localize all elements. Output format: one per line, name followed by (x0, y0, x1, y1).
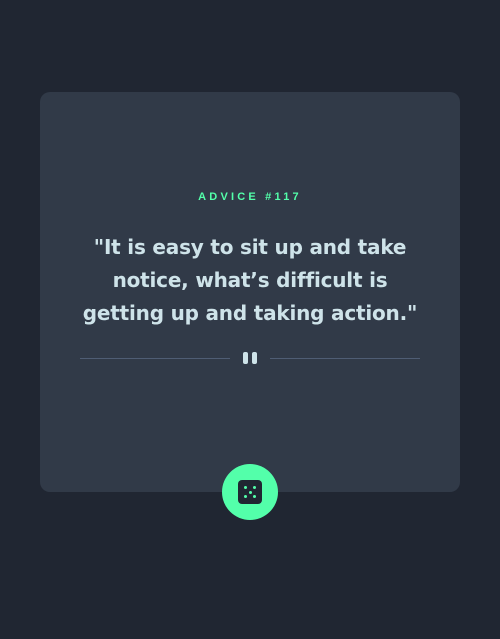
new-advice-button[interactable] (222, 464, 278, 520)
divider-line-right (270, 358, 420, 359)
divider-line-left (80, 358, 230, 359)
advice-id-label: ADVICE #117 (198, 191, 302, 203)
pattern-divider (80, 350, 420, 368)
advice-quote: "It is easy to sit up and take notice, w… (82, 235, 418, 325)
dice-icon (238, 480, 262, 504)
page: ADVICE #117 "It is easy to sit up and ta… (0, 0, 500, 639)
advice-card: ADVICE #117 "It is easy to sit up and ta… (40, 92, 460, 492)
pause-icon (241, 352, 259, 366)
